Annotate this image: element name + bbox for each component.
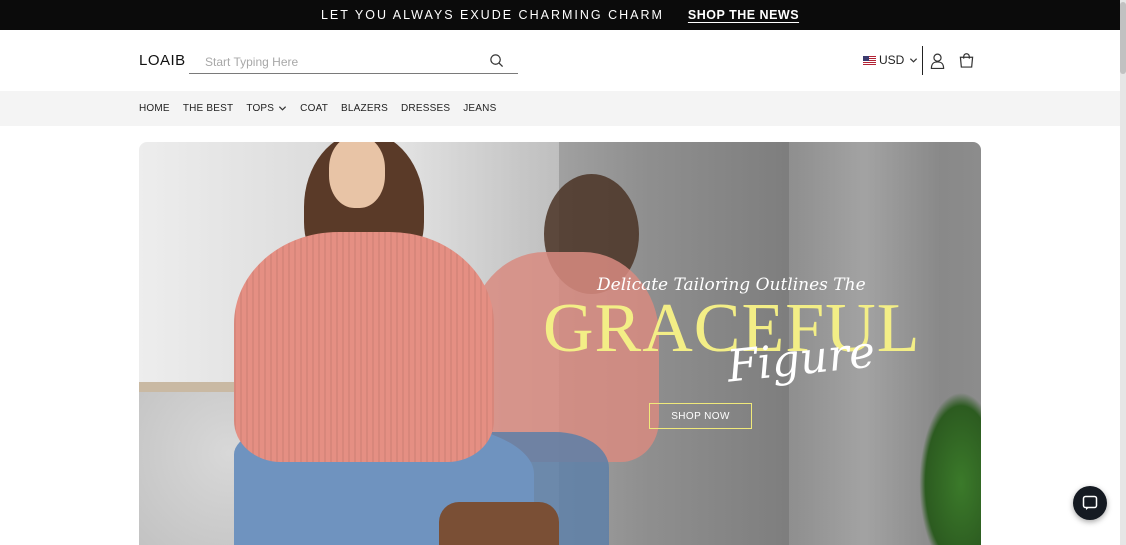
- chevron-down-icon: [910, 57, 918, 63]
- site-logo[interactable]: LOAIB: [139, 52, 186, 69]
- hero-model-boot: [439, 502, 559, 545]
- scrollbar-thumb[interactable]: [1120, 2, 1126, 74]
- search-icon[interactable]: [489, 53, 504, 68]
- nav-item-home[interactable]: HOME: [139, 103, 170, 114]
- nav-item-jeans[interactable]: JEANS: [463, 103, 496, 114]
- currency-label: USD: [879, 53, 905, 67]
- chevron-down-icon: [279, 106, 287, 111]
- header-divider: [922, 46, 923, 75]
- announcement-message: LET YOU ALWAYS EXUDE CHARMING CHARM: [320, 8, 664, 22]
- hero-model-face: [329, 142, 385, 208]
- chat-launcher-button[interactable]: [1073, 486, 1107, 520]
- main-nav: HOME THE BEST TOPS COAT BLAZERS DRESSES …: [0, 91, 1120, 126]
- announcement-bar: LET YOU ALWAYS EXUDE CHARMING CHARM SHOP…: [0, 0, 1120, 30]
- shop-now-button[interactable]: SHOP NOW: [649, 403, 752, 429]
- nav-item-the-best[interactable]: THE BEST: [183, 103, 234, 114]
- user-icon[interactable]: [930, 53, 945, 69]
- nav-item-tops[interactable]: TOPS: [246, 103, 287, 114]
- search-bar: [189, 48, 518, 74]
- hero-plant: [919, 392, 981, 545]
- shop-the-news-link[interactable]: SHOP THE NEWS: [688, 8, 799, 22]
- search-input[interactable]: [203, 52, 487, 72]
- shopping-bag-icon[interactable]: [959, 53, 974, 68]
- hero-sweater-texture: [234, 232, 494, 462]
- chat-bubble-icon: [1082, 495, 1098, 510]
- hero-banner[interactable]: Delicate Tailoring Outlines The GRACEFUL…: [139, 142, 981, 545]
- nav-item-blazers[interactable]: BLAZERS: [341, 103, 388, 114]
- nav-item-dresses[interactable]: DRESSES: [401, 103, 450, 114]
- currency-selector[interactable]: USD: [863, 53, 918, 67]
- us-flag-icon: [863, 55, 876, 65]
- page-scrollbar[interactable]: [1120, 0, 1126, 545]
- nav-item-coat[interactable]: COAT: [300, 103, 328, 114]
